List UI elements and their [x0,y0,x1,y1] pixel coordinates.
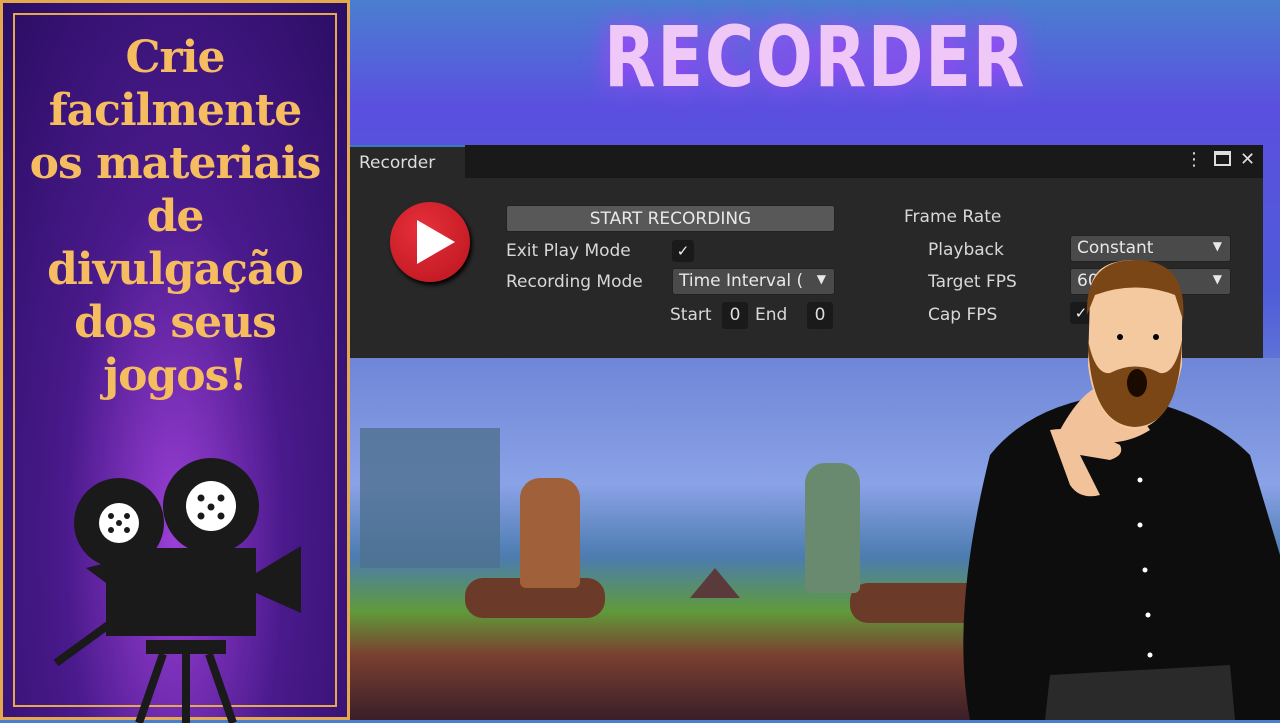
old-man-character [805,463,860,593]
end-field[interactable]: 0 [807,302,833,329]
tagline: Crie facilmente os materiais de divulgaç… [29,32,322,401]
chevron-down-icon: ▼ [816,272,826,286]
exit-play-mode-label: Exit Play Mode [506,241,631,261]
exit-play-mode-checkbox[interactable]: ✓ [672,240,694,262]
start-recording-button[interactable]: START RECORDING [506,205,835,232]
recording-mode-label: Recording Mode [506,272,643,292]
tab-bar: Recorder ⋮ ✕ [350,145,1263,178]
maximize-icon[interactable] [1214,151,1231,166]
more-options-icon[interactable]: ⋮ [1185,149,1203,170]
promo-banner: Crie facilmente os materiais de divulgaç… [0,0,350,723]
end-label: End [755,305,788,325]
pirate-character [520,478,580,588]
frame-rate-label: Frame Rate [904,207,1002,227]
record-play-icon [390,202,470,282]
close-icon[interactable]: ✕ [1240,149,1255,170]
start-label: Start [670,305,712,325]
start-field[interactable]: 0 [722,302,748,329]
campfire [690,568,740,598]
movie-camera-icon [53,458,301,723]
chevron-down-icon: ▼ [1212,239,1222,253]
castle-ruin [360,428,500,568]
page-title: RECORDER [603,8,1027,106]
recording-mode-dropdown[interactable]: Time Interval ( ▼ [672,268,835,295]
presenter-illustration [963,260,1280,720]
recording-mode-value: Time Interval ( [679,271,804,291]
tab-recorder[interactable]: Recorder [350,145,465,178]
